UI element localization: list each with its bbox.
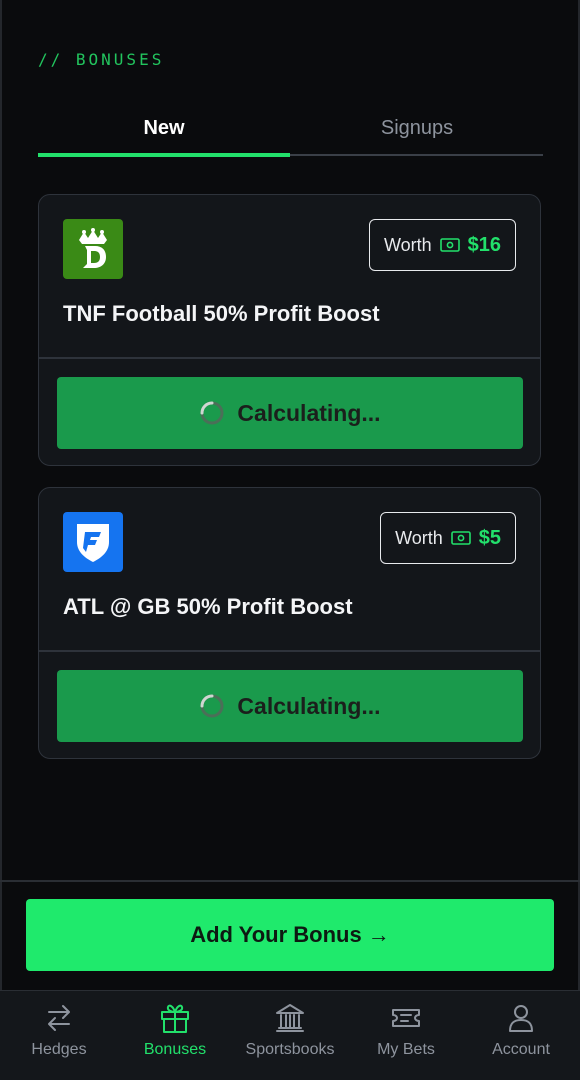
worth-label: Worth: [383, 234, 432, 255]
draftkings-crown-logo: [63, 219, 123, 279]
nav-label: My Bets: [377, 1041, 435, 1058]
bonus-card: Worth $16 TNF Football 50% Profit Boost …: [38, 194, 541, 466]
tab-active-indicator: [38, 153, 290, 157]
gift-icon: [161, 1004, 189, 1033]
worth-amount: $5: [478, 526, 501, 549]
ticket-icon: [392, 1009, 420, 1027]
calculate-button[interactable]: Calculating...: [57, 377, 523, 449]
tab-signups[interactable]: Signups: [291, 100, 543, 156]
bank-icon: [276, 1004, 304, 1032]
add-bonus-button[interactable]: Add Your Bonus →: [26, 899, 554, 971]
bonus-card: Worth $5 ATL @ GB 50% Profit Boost Calcu…: [38, 487, 541, 759]
loading-spinner-icon: [200, 694, 224, 718]
loading-spinner-icon: [200, 401, 224, 425]
worth-label: Worth: [395, 527, 443, 548]
cash-icon: [450, 531, 471, 545]
nav-label: Hedges: [31, 1041, 87, 1058]
worth-amount: $16: [467, 233, 501, 256]
calculate-button-label: Calculating...: [237, 692, 381, 719]
nav-item-sportsbooks[interactable]: Sportsbooks: [232, 1001, 348, 1073]
card-divider: [39, 650, 540, 652]
fanduel-shield-logo: [63, 512, 123, 572]
section-label: // BONUSES: [38, 50, 165, 69]
bonus-title: ATL @ GB 50% Profit Boost: [63, 594, 353, 619]
cash-icon: [439, 238, 460, 252]
card-divider: [39, 357, 540, 359]
worth-badge: Worth $16: [368, 219, 516, 271]
nav-label: Account: [492, 1041, 550, 1058]
nav-item-bonuses[interactable]: Bonuses: [117, 1001, 233, 1073]
bottom-tab-bar: Hedges Bonuses Sportsbooks My Bets Accou…: [0, 990, 580, 1080]
nav-label: Bonuses: [143, 1041, 207, 1058]
footer-divider: [0, 880, 580, 882]
arrows-swap-icon: [48, 1005, 70, 1031]
calculate-button-label: Calculating...: [237, 399, 381, 426]
nav-item-account[interactable]: Account: [463, 1001, 579, 1073]
nav-item-hedges[interactable]: Hedges: [1, 1001, 117, 1073]
bonus-tabs: New Signups: [38, 100, 543, 158]
nav-item-my-bets[interactable]: My Bets: [348, 1001, 464, 1073]
bonus-title: TNF Football 50% Profit Boost: [63, 301, 380, 326]
worth-badge: Worth $5: [380, 512, 516, 564]
tab-new[interactable]: New: [38, 100, 290, 156]
calculate-button[interactable]: Calculating...: [57, 670, 523, 742]
nav-label: Sportsbooks: [245, 1041, 335, 1058]
user-icon: [509, 1005, 533, 1032]
